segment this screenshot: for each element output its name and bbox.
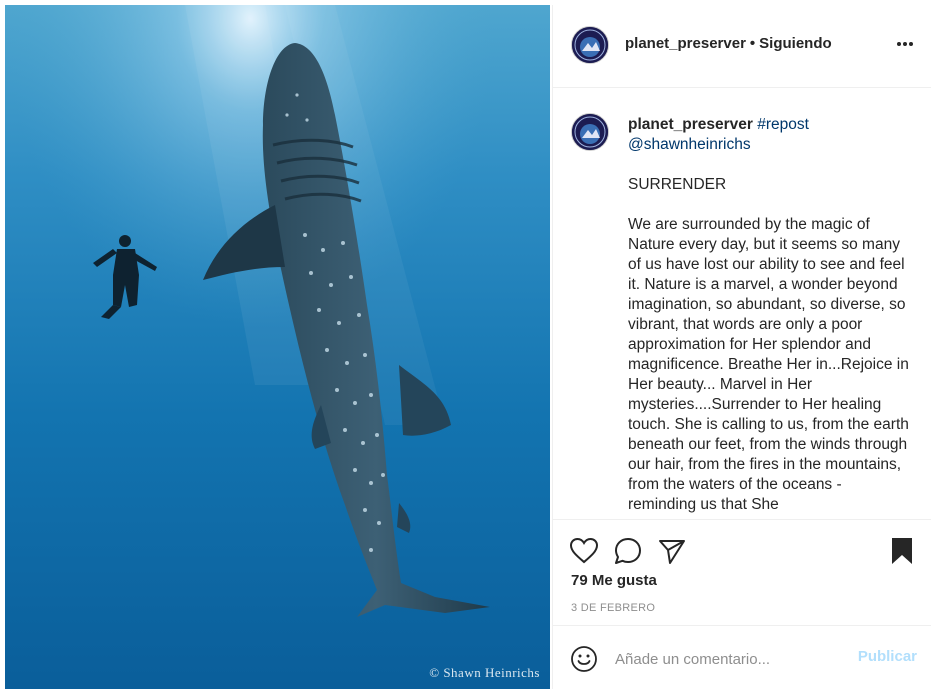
post-caption: planet_preserver #repost @shawnheinrichs… (553, 88, 931, 518)
comment-input[interactable] (615, 646, 830, 672)
photo-credit: © Shawn Heinrichs (429, 665, 540, 680)
caption-username[interactable]: planet_preserver (628, 116, 753, 133)
publish-button[interactable]: Publicar (858, 648, 917, 665)
share-icon[interactable] (657, 536, 687, 566)
instagram-post-window: © Shawn Heinrichs planet_preserver • Sigui… (0, 0, 935, 694)
caption-text: planet_preserver #repost @shawnheinrichs… (628, 115, 913, 515)
post-header: planet_preserver • Siguiendo (553, 5, 931, 88)
more-options-icon[interactable] (895, 33, 917, 53)
emoji-icon[interactable] (569, 644, 599, 674)
whale-shark-image (5, 5, 550, 689)
action-icons (569, 536, 919, 566)
post-date[interactable]: 3 DE FEBRERO (571, 602, 655, 614)
bookmark-icon[interactable] (887, 536, 917, 566)
post-photo[interactable]: © Shawn Heinrichs (5, 5, 550, 689)
header-separator: • (749, 35, 756, 52)
post-actions: 79 Me gusta 3 DE FEBRERO (553, 519, 931, 638)
caption-body: We are surrounded by the magic of Nature… (628, 216, 909, 513)
caption-title: SURRENDER (628, 176, 727, 193)
planet-logo-icon (572, 27, 608, 63)
follow-status-button[interactable]: Siguiendo (759, 35, 832, 52)
hashtag-link[interactable]: #repost (757, 116, 809, 133)
mention-link[interactable]: @shawnheinrichs (628, 136, 751, 153)
comment-box: Publicar (553, 625, 931, 690)
planet-logo-icon (572, 114, 608, 150)
header-username[interactable]: planet_preserver (625, 35, 746, 52)
avatar[interactable] (571, 26, 609, 64)
post-side-panel: planet_preserver • Siguiendo planet_preser… (552, 5, 931, 689)
likes-count[interactable]: 79 Me gusta (571, 572, 657, 589)
heart-icon[interactable] (569, 536, 599, 566)
header-user-line: planet_preserver • Siguiendo (625, 35, 832, 52)
comment-icon[interactable] (613, 536, 643, 566)
caption-avatar[interactable] (571, 113, 609, 151)
